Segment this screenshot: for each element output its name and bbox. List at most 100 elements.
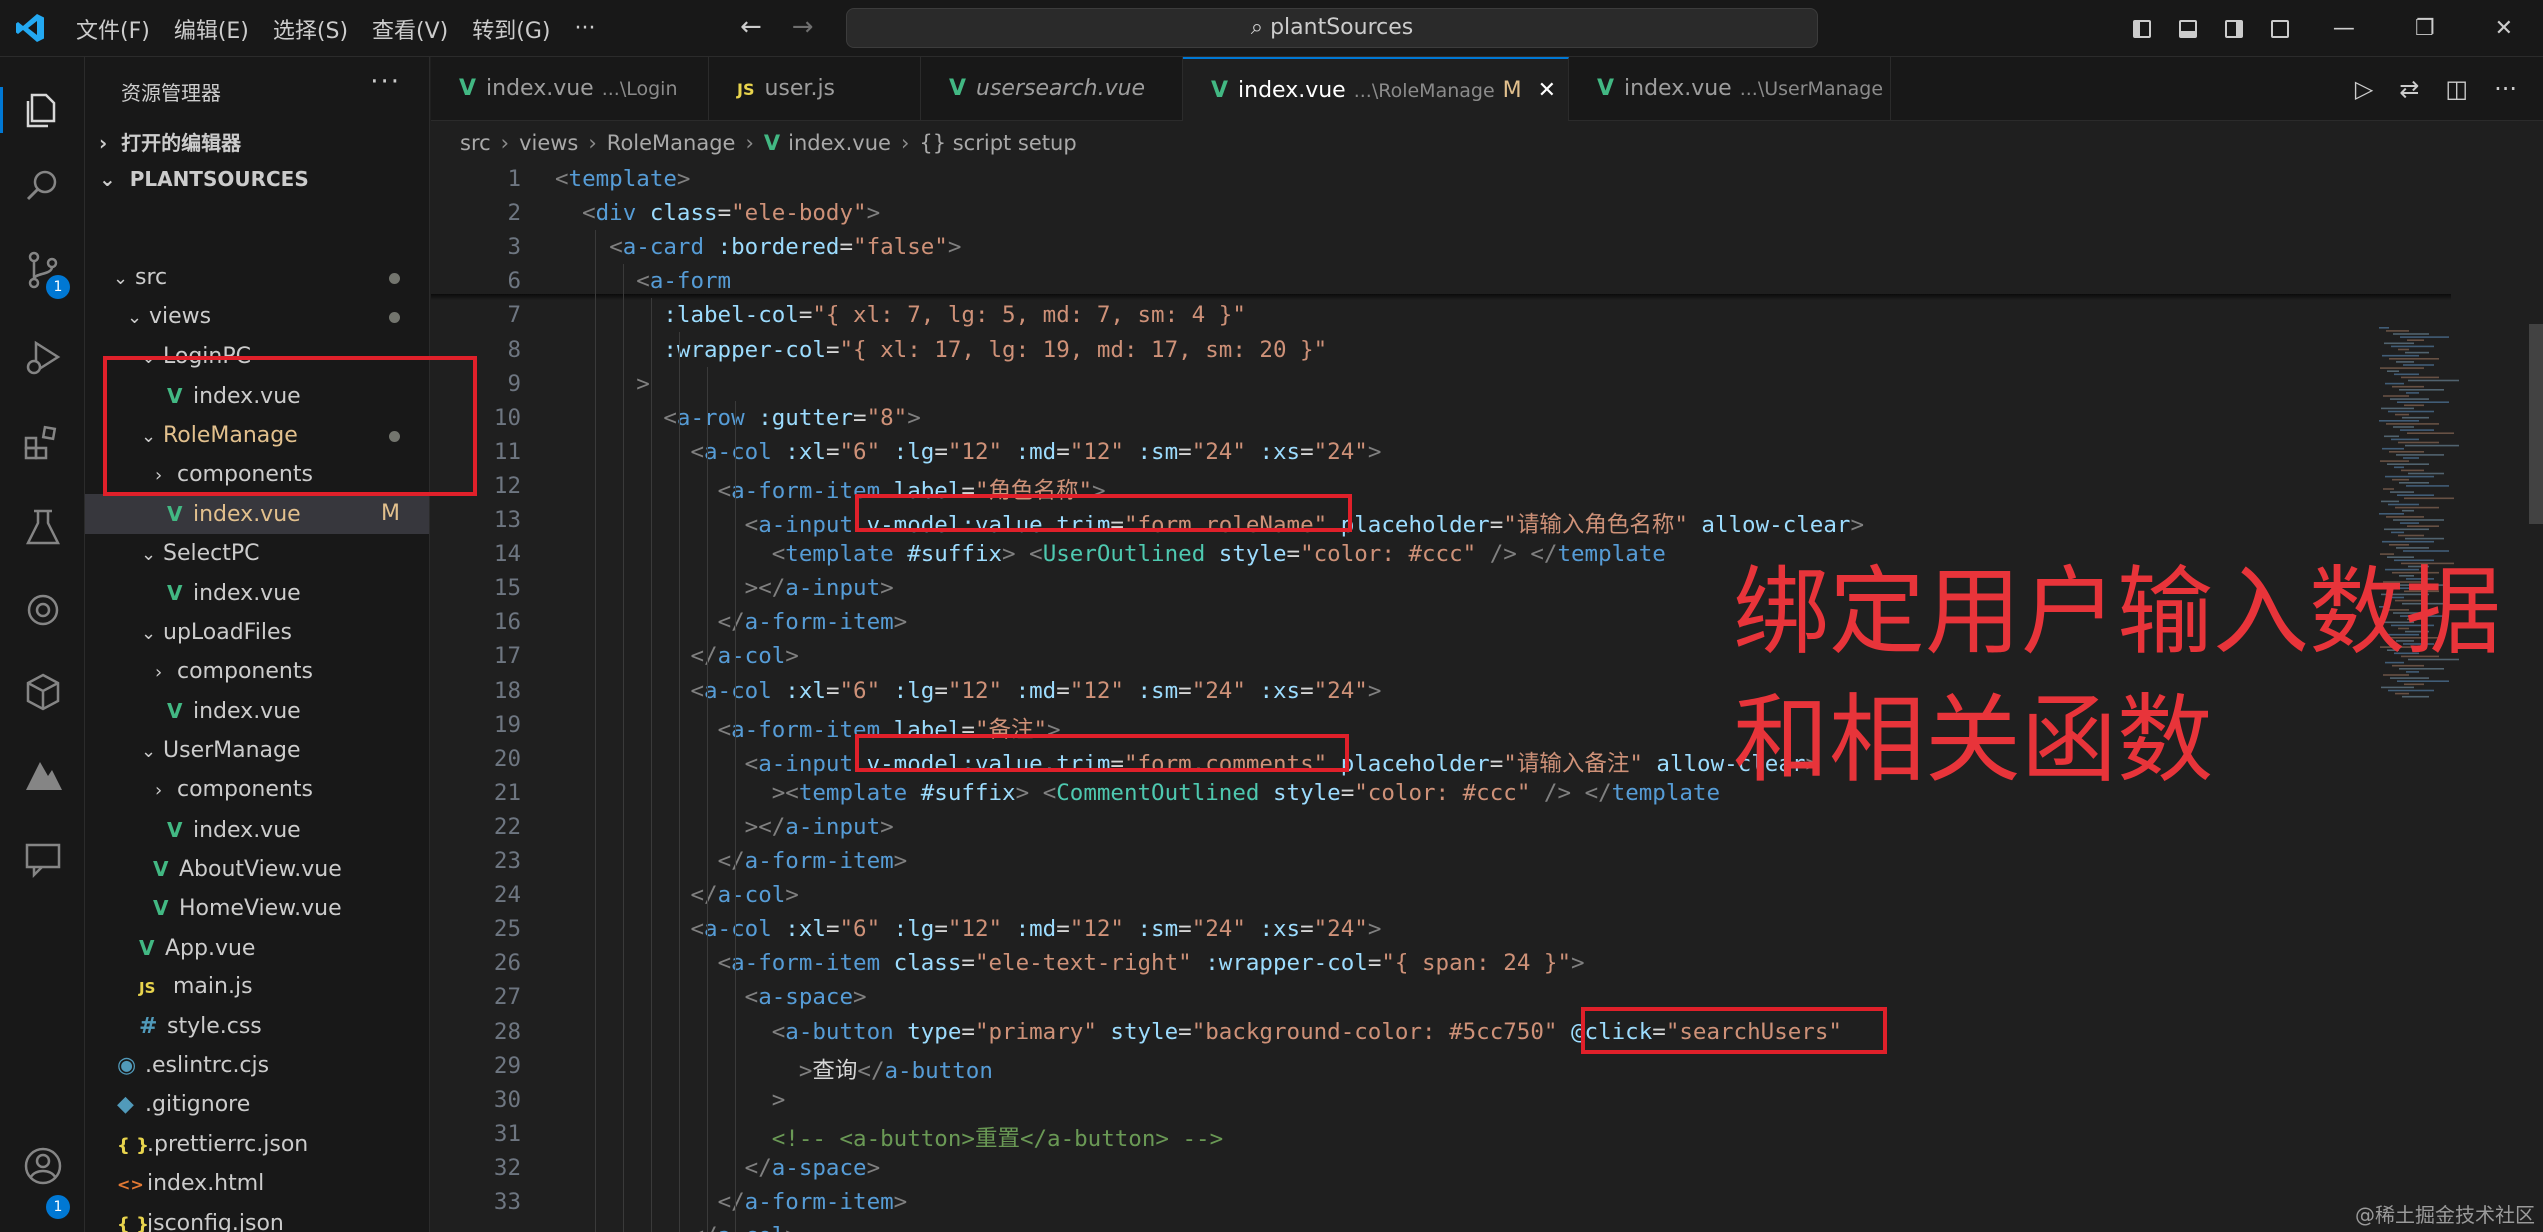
code-line[interactable]: <template> [555,166,690,192]
minimap-line [2379,327,2389,329]
code-line[interactable]: </a-form-item> [555,1189,908,1215]
code-line[interactable]: ></a-input> [555,814,894,840]
code-line[interactable]: <a-row :gutter="8"> [555,405,920,431]
tree-folder[interactable]: ⌄ src [85,258,429,298]
code-line[interactable]: </a-col> [555,1223,798,1232]
tree-file[interactable]: Vindex.vue [85,691,429,731]
compare-changes-icon[interactable]: ⇄ [2399,75,2419,103]
menu-item-2[interactable]: 选择(S) [261,13,360,45]
code-line[interactable]: </a-col> [555,643,798,669]
breadcrumb-item[interactable]: {} script setup [919,131,1076,155]
chatgpt-icon[interactable] [22,589,64,631]
menu-item-1[interactable]: 编辑(E) [162,13,261,45]
tree-file[interactable]: Vindex.vue [85,810,429,850]
explorer-icon[interactable] [22,89,64,131]
tree-item-label: upLoadFiles [163,619,292,645]
tab-path: ...\Login [601,78,678,100]
code-line[interactable]: </a-form-item> [555,609,908,635]
back-arrow-icon[interactable]: ← [740,12,762,42]
minimap-line [2379,513,2404,515]
code-token: "{ xl: 7, lg: 5, md: 7, sm: 4 }" [812,302,1246,329]
toggle-secondary-sidebar-icon[interactable] [2224,19,2243,38]
tree-file[interactable]: V AboutView.vue [85,849,429,889]
toggle-sidebar-icon[interactable] [2132,19,2151,38]
vscode-logo-icon [16,14,44,42]
tree-file[interactable]: { }jsconfig.json [85,1204,429,1232]
breadcrumb-item[interactable]: src [460,131,491,155]
menu-item-0[interactable]: 文件(F) [64,13,162,45]
remote-explorer-icon[interactable] [22,671,64,713]
code-line[interactable]: </a-col> [555,882,798,908]
code-token: a-input [785,813,881,840]
minimize-button[interactable]: — [2333,16,2355,41]
editor-tab[interactable]: Vindex.vue ...\UserManage [1569,57,1891,121]
code-line[interactable]: <a-space> [555,984,867,1010]
command-center-search[interactable]: ⌕ plantSources [846,8,1818,48]
code-line[interactable]: <a-form-item class="ele-text-right" :wra… [555,950,1585,976]
tree-folder[interactable]: ⌄ UserManage [85,731,429,771]
run-icon[interactable]: ▷ [2355,75,2373,103]
tree-folder[interactable]: › components [85,652,429,692]
search-view-icon[interactable] [22,165,64,207]
tree-file[interactable]: Vindex.vue [85,573,429,613]
code-token: placeholder [1340,512,1490,538]
code-line[interactable]: <a-form [555,268,731,294]
breadcrumb-item[interactable]: index.vue [788,131,891,155]
menu-item-3[interactable]: 查看(V) [360,13,460,45]
mountain-icon[interactable] [22,754,64,796]
editor-tab[interactable]: JS user.js [709,57,921,121]
explorer-more-button[interactable]: ··· [370,67,401,97]
extensions-icon[interactable] [22,422,64,464]
code-line[interactable]: > [555,371,650,397]
tree-file[interactable]: JS main.js [85,967,429,1007]
testing-icon[interactable] [22,507,64,549]
menu-item-4[interactable]: 转到(G) [460,13,562,45]
code-line[interactable]: <!-- <a-button>重置</a-button> --> [555,1121,1223,1153]
tree-file[interactable]: { }.prettierrc.json [85,1125,429,1165]
tree-folder[interactable]: › components [85,770,429,810]
open-editors-section[interactable]: › 打开的编辑器 [99,127,241,156]
run-debug-icon[interactable] [22,337,64,379]
code-line[interactable]: >查询</a-button [555,1053,993,1085]
accounts-icon[interactable] [22,1145,64,1187]
tree-folder[interactable]: ⌄ SelectPC [85,534,429,574]
code-line[interactable]: <div class="ele-body"> [555,200,880,226]
comments-icon[interactable] [22,837,64,879]
code-line[interactable]: <a-card :bordered="false"> [555,234,961,260]
vertical-scrollbar[interactable] [2529,324,2543,524]
tree-file[interactable]: <> index.html [85,1164,429,1204]
tree-file[interactable]: V App.vue [85,928,429,968]
code-line[interactable]: </a-form-item> [555,848,908,874]
split-editor-icon[interactable]: ◫ [2445,75,2468,103]
tree-file[interactable]: V HomeView.vue [85,888,429,928]
code-line[interactable]: ><template #suffix> <CommentOutlined sty… [555,780,1720,806]
tab-modified-flag: M [1502,78,1522,103]
forward-arrow-icon[interactable]: → [792,12,814,42]
tree-file[interactable]: ◉ .eslintrc.cjs [85,1046,429,1086]
menu-item-5[interactable]: ··· [562,16,607,41]
editor-tab[interactable]: Vindex.vue ...\Login [431,57,709,121]
restore-button[interactable]: ❐ [2415,16,2435,41]
editor-tab[interactable]: Vindex.vue ...\RoleManage M ✕ [1183,57,1569,121]
code-line[interactable]: > [555,1087,786,1113]
project-section[interactable]: ⌄ PLANTSOURCES [99,167,309,191]
breadcrumb-item[interactable]: RoleManage [607,131,736,155]
close-window-button[interactable]: ✕ [2495,16,2513,41]
toggle-panel-icon[interactable] [2178,19,2197,38]
customize-layout-icon[interactable] [2270,19,2289,38]
editor-tab[interactable]: Vusersearch.vue [921,57,1183,121]
tree-file[interactable]: ◆ .gitignore [85,1085,429,1125]
tree-folder[interactable]: ⌄ views [85,297,429,337]
code-line[interactable]: :wrapper-col="{ xl: 17, lg: 19, md: 17, … [555,337,1327,363]
tree-file[interactable]: # style.css [85,1007,429,1047]
more-actions-icon[interactable]: ··· [2494,75,2517,103]
tree-file[interactable]: Vindex.vue M [85,494,429,535]
close-tab-icon[interactable]: ✕ [1538,78,1556,103]
breadcrumb-item[interactable]: views [519,131,578,155]
line-number: 25 [493,916,521,943]
code-line[interactable]: <template #suffix> <UserOutlined style="… [555,541,1666,567]
code-line[interactable]: ></a-input> [555,575,894,601]
code-line[interactable]: :label-col="{ xl: 7, lg: 5, md: 7, sm: 4… [555,302,1246,328]
code-line[interactable]: </a-space> [555,1155,880,1181]
tree-folder[interactable]: ⌄ upLoadFiles [85,613,429,653]
